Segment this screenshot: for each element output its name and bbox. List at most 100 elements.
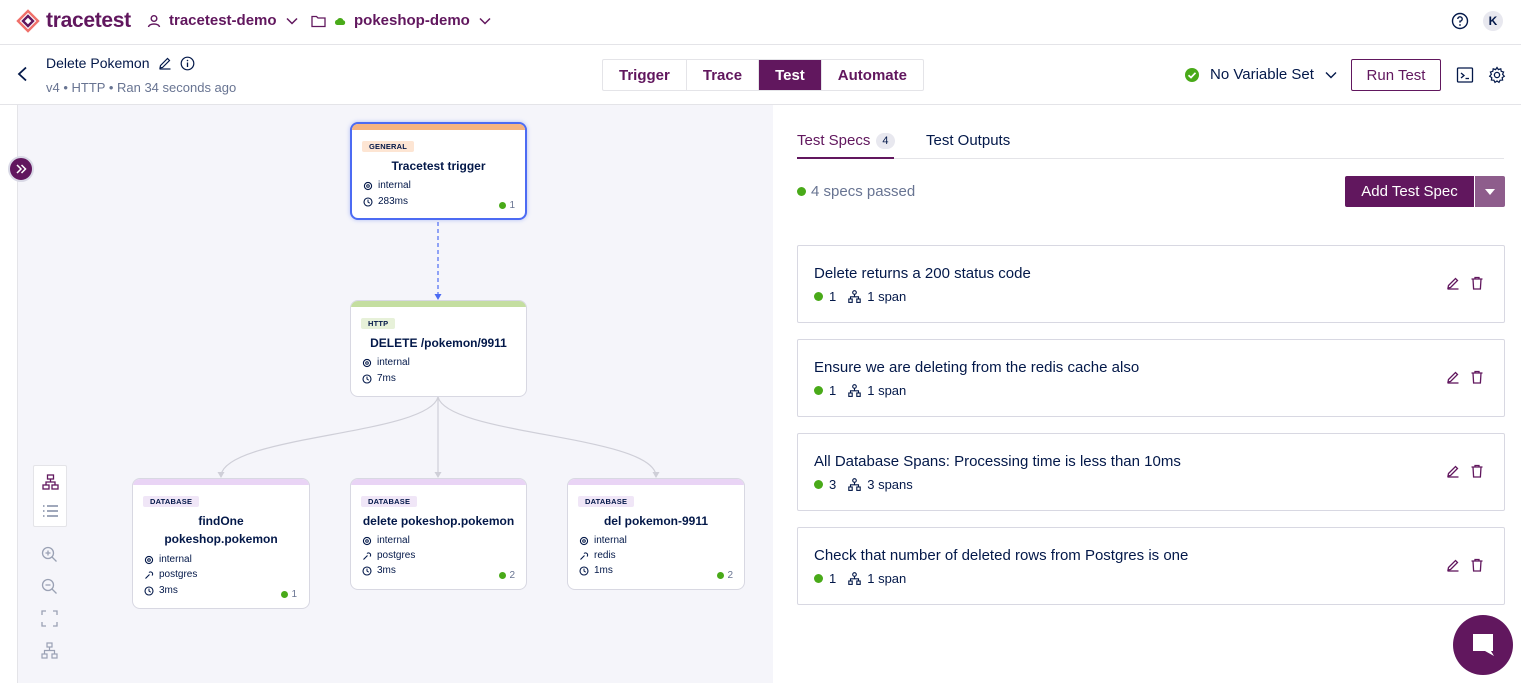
test-spec-card[interactable]: Check that number of deleted rows from P… bbox=[797, 527, 1505, 605]
variable-set-label: No Variable Set bbox=[1210, 66, 1314, 83]
layout-tree-icon[interactable] bbox=[41, 642, 58, 659]
trash-icon[interactable] bbox=[1470, 558, 1484, 572]
test-spec-card[interactable]: Delete returns a 200 status code 1 1 spa… bbox=[797, 245, 1505, 323]
tracetest-logo[interactable]: tracetest bbox=[16, 9, 131, 33]
span-service: internal bbox=[144, 554, 192, 565]
span-node-del-redis[interactable]: DATABASE del pokemon-9911 internal redis… bbox=[567, 478, 745, 590]
gear-icon bbox=[144, 555, 154, 564]
zoom-out-icon[interactable] bbox=[41, 578, 58, 595]
expand-sidebar-button[interactable] bbox=[8, 156, 34, 182]
edit-icon[interactable] bbox=[1446, 370, 1460, 384]
tab-test-specs-label: Test Specs bbox=[797, 132, 871, 149]
chevron-down-icon bbox=[1325, 71, 1337, 78]
fit-view-icon[interactable] bbox=[41, 610, 58, 627]
clock-icon bbox=[363, 196, 373, 207]
chat-support-button[interactable] bbox=[1453, 615, 1513, 675]
gear-icon bbox=[362, 536, 372, 545]
span-name: del pokemon-9911 bbox=[603, 514, 709, 528]
back-arrow-icon[interactable] bbox=[16, 66, 30, 82]
span-node-delete-pokemon[interactable]: DATABASE delete pokeshop.pokemon interna… bbox=[350, 478, 527, 590]
span-spec-count: 2 bbox=[499, 570, 515, 581]
add-test-spec-dropdown[interactable] bbox=[1474, 176, 1505, 207]
list-view-icon[interactable] bbox=[42, 504, 59, 518]
user-icon bbox=[147, 14, 161, 27]
clock-icon bbox=[144, 585, 154, 596]
tab-test-specs[interactable]: Test Specs 4 bbox=[797, 132, 895, 149]
clock-icon bbox=[579, 565, 589, 576]
double-chevron-right-icon bbox=[16, 164, 27, 174]
node-type-bar bbox=[351, 301, 526, 307]
user-avatar[interactable]: K bbox=[1483, 11, 1503, 31]
spec-span-count: 1 span bbox=[867, 571, 907, 586]
terminal-icon[interactable] bbox=[1456, 66, 1474, 84]
span-spec-count-value: 1 bbox=[291, 589, 297, 600]
edge-http-del bbox=[437, 396, 657, 476]
tab-test[interactable]: Test bbox=[759, 60, 822, 90]
header-icon-actions bbox=[1456, 66, 1506, 84]
span-spec-count: 2 bbox=[717, 570, 733, 581]
tab-trigger[interactable]: Trigger bbox=[603, 60, 687, 90]
span-node-tracetest-trigger[interactable]: GENERAL Tracetest trigger internal 283ms… bbox=[350, 122, 527, 220]
run-test-button[interactable]: Run Test bbox=[1351, 59, 1441, 91]
edit-icon[interactable] bbox=[1446, 464, 1460, 478]
top-navigation-bar: tracetest tracetest-demo pokeshop-demo K bbox=[0, 0, 1521, 45]
span-spec-count-value: 1 bbox=[509, 200, 515, 211]
edit-icon[interactable] bbox=[1446, 558, 1460, 572]
spec-summary: 1 1 span bbox=[814, 289, 906, 304]
add-test-spec-button[interactable]: Add Test Spec bbox=[1345, 176, 1474, 207]
spec-summary: 3 3 spans bbox=[814, 477, 913, 492]
variable-set-selector[interactable]: No Variable Set bbox=[1184, 66, 1338, 83]
trace-graph-canvas[interactable]: GENERAL Tracetest trigger internal 283ms… bbox=[17, 105, 773, 683]
node-type-bar bbox=[568, 479, 744, 485]
clock-icon bbox=[362, 373, 372, 384]
test-spec-card[interactable]: All Database Spans: Processing time is l… bbox=[797, 433, 1505, 511]
passed-dot bbox=[499, 202, 507, 209]
span-name-line2: pokeshop.pokemon bbox=[164, 532, 278, 546]
tab-test-outputs[interactable]: Test Outputs bbox=[926, 132, 1010, 149]
edge-http-findone bbox=[220, 396, 439, 476]
chevron-down-icon bbox=[286, 17, 298, 25]
tracetest-logo-icon bbox=[16, 9, 40, 33]
edit-icon[interactable] bbox=[158, 56, 172, 70]
spec-actions bbox=[1446, 464, 1484, 478]
info-icon[interactable] bbox=[180, 56, 195, 71]
span-duration: 3ms bbox=[144, 585, 178, 596]
wrench-icon bbox=[363, 551, 372, 560]
environment-selector[interactable]: tracetest-demo bbox=[147, 12, 299, 29]
passed-dot bbox=[717, 572, 725, 579]
trash-icon[interactable] bbox=[1470, 370, 1484, 384]
passed-dot bbox=[814, 292, 823, 301]
trash-icon[interactable] bbox=[1470, 276, 1484, 290]
span-type-badge: DATABASE bbox=[143, 496, 200, 507]
span-name: DELETE /pokemon/9911 bbox=[370, 336, 507, 350]
span-node-findone-pokemon[interactable]: DATABASE findOne pokeshop.pokemon intern… bbox=[132, 478, 310, 609]
zoom-in-icon[interactable] bbox=[41, 546, 58, 563]
project-selector[interactable]: pokeshop-demo bbox=[311, 12, 492, 29]
spec-passed-count: 1 bbox=[829, 383, 837, 398]
span-duration-value: 283ms bbox=[378, 196, 409, 207]
span-tree-icon bbox=[848, 384, 861, 397]
spec-actions bbox=[1446, 558, 1484, 572]
gear-icon[interactable] bbox=[1488, 66, 1506, 84]
span-system: postgres bbox=[362, 550, 415, 561]
span-system-name: redis bbox=[594, 550, 616, 561]
span-spec-count: 1 bbox=[281, 589, 297, 600]
passed-dot bbox=[814, 480, 823, 489]
spec-span-count: 1 span bbox=[867, 383, 907, 398]
span-system: postgres bbox=[144, 569, 197, 580]
help-icon[interactable] bbox=[1451, 12, 1469, 30]
span-service: internal bbox=[362, 357, 410, 368]
edit-icon[interactable] bbox=[1446, 276, 1460, 290]
tab-automate[interactable]: Automate bbox=[822, 60, 923, 90]
spec-actions bbox=[1446, 276, 1484, 290]
span-service-name: internal bbox=[377, 357, 410, 368]
span-node-http-delete[interactable]: HTTP DELETE /pokemon/9911 internal 7ms bbox=[350, 300, 527, 397]
graph-view-icon[interactable] bbox=[42, 474, 59, 490]
check-circle-icon bbox=[1185, 67, 1199, 82]
trash-icon[interactable] bbox=[1470, 464, 1484, 478]
passed-dot bbox=[814, 574, 823, 583]
test-spec-card[interactable]: Ensure we are deleting from the redis ca… bbox=[797, 339, 1505, 417]
project-name: pokeshop-demo bbox=[354, 12, 470, 29]
span-duration: 7ms bbox=[362, 373, 396, 384]
tab-trace[interactable]: Trace bbox=[687, 60, 760, 90]
